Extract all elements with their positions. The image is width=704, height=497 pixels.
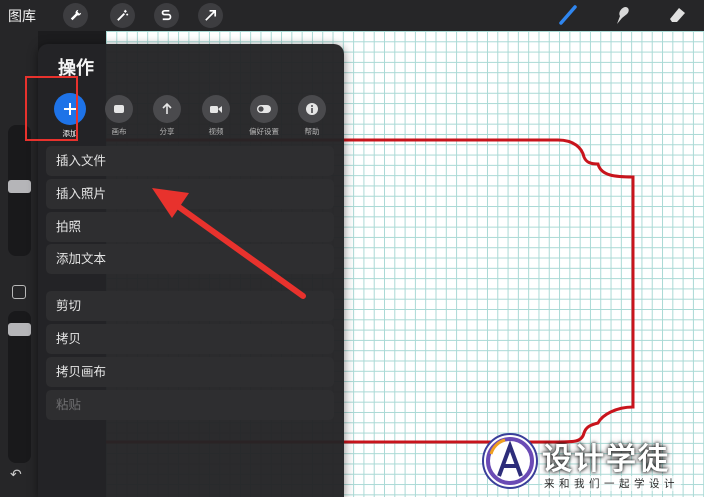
annotation-arrow — [152, 188, 306, 299]
watermark-subtitle: 来和我们一起学设计 — [542, 476, 681, 491]
watermark-title: 设计学徒 — [542, 442, 670, 477]
watermark-logo — [482, 433, 538, 489]
